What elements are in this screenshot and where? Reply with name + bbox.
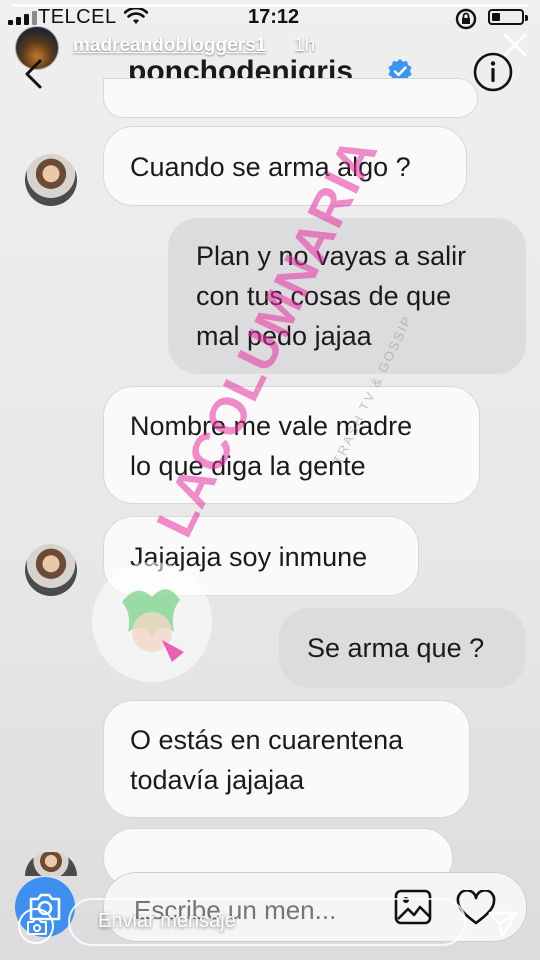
message-bubble: Se arma que ? [279, 608, 526, 688]
story-time-ago: 1h [294, 35, 316, 56]
message-line: mal pedo jajaa [196, 321, 372, 351]
message-bubble: Cuando se arma algo ? [103, 126, 467, 206]
sender-avatar[interactable] [25, 544, 77, 596]
message-bubble: Plan y no vayas a salir con tus cosas de… [168, 218, 526, 374]
message-bubble: Nombre me vale madre lo que diga la gent… [103, 386, 480, 504]
message-line: Plan y no vayas a salir [196, 241, 467, 271]
message-line: O estás en cuarentena [130, 725, 404, 755]
message-bubble: O estás en cuarentena todavía jajajaa [103, 700, 470, 818]
story-viewer: TELCEL 17:12 madreandobloggers1 1h ponch… [0, 0, 540, 960]
message-line: Cuando se arma algo ? [130, 152, 411, 182]
carrier-label: TELCEL [38, 6, 117, 28]
chevron-left-icon[interactable] [20, 58, 50, 90]
battery-icon [488, 9, 528, 25]
message-line: todavía jajajaa [130, 765, 305, 795]
signal-icon [8, 11, 37, 25]
sender-avatar[interactable] [25, 154, 77, 206]
story-username[interactable]: madreandobloggers1 [73, 35, 266, 57]
message-line: Nombre me vale madre [130, 411, 413, 441]
story-camera-button[interactable] [18, 908, 54, 944]
info-icon[interactable] [473, 52, 513, 92]
story-reply-placeholder[interactable]: Enviar mensaje [98, 910, 236, 933]
wifi-icon [124, 8, 148, 24]
rotation-lock-icon [455, 8, 477, 30]
message-bubble-partial [103, 78, 478, 118]
camera-icon [27, 918, 47, 935]
sender-avatar-partial [25, 852, 77, 876]
send-icon[interactable] [488, 910, 518, 938]
clock: 17:12 [248, 6, 300, 28]
message-line: Se arma que ? [307, 633, 485, 663]
message-line: Jajajaja soy inmune [130, 542, 368, 572]
status-bar: TELCEL 17:12 [0, 0, 540, 30]
message-bubble: Jajajaja soy inmune [103, 516, 419, 596]
message-line: con tus cosas de que [196, 281, 452, 311]
message-line: lo que diga la gente [130, 451, 366, 481]
